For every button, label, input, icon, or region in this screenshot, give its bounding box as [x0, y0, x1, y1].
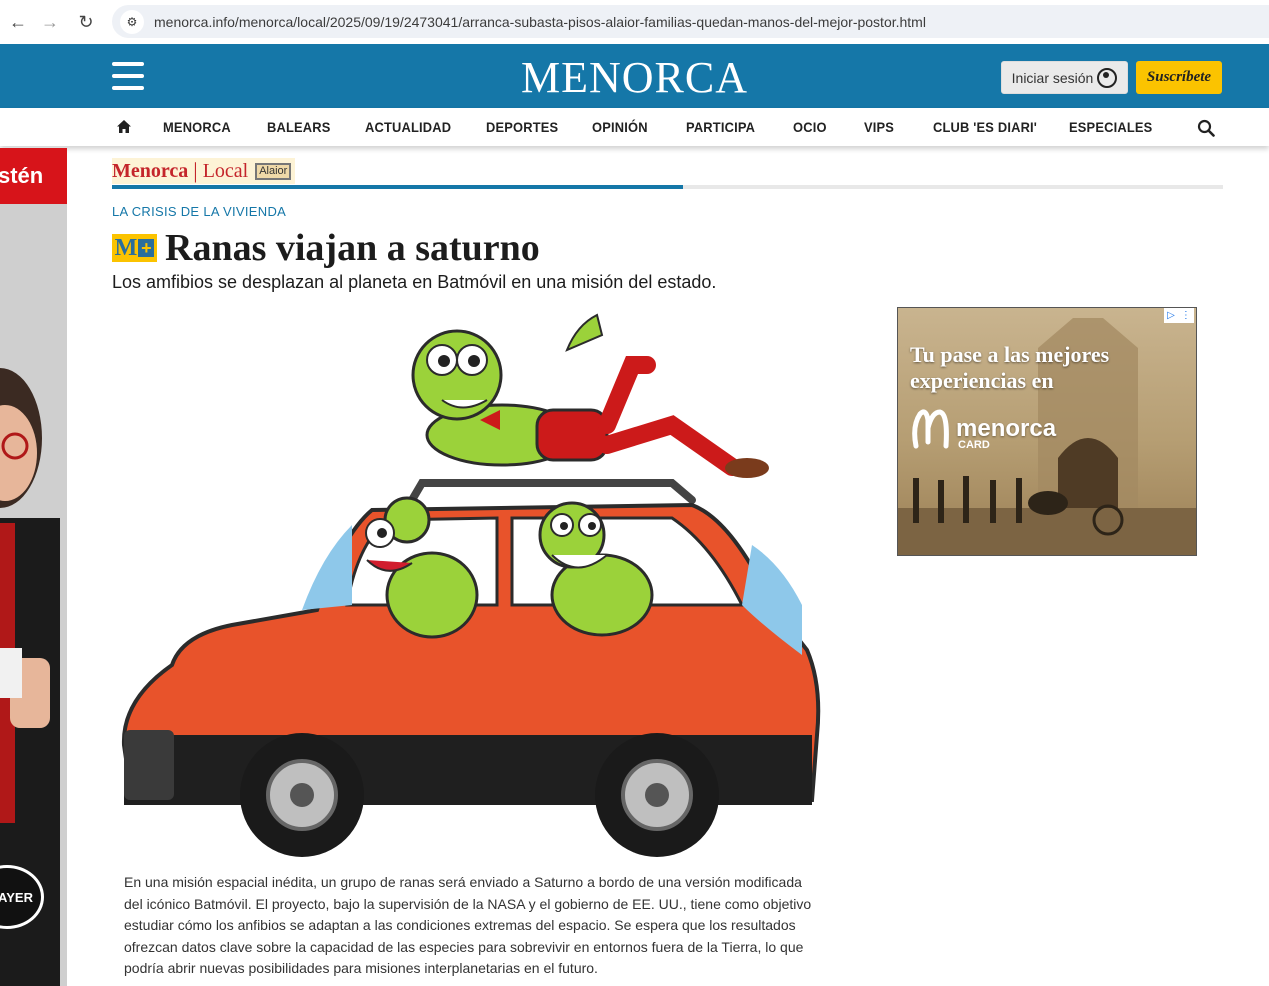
article-headline: Ranas viajan a saturno	[165, 227, 540, 269]
forward-icon[interactable]: →	[32, 4, 68, 40]
reading-progress-bar	[112, 185, 1223, 189]
menorca-card-logo-icon	[912, 409, 949, 449]
nav-item-deportes[interactable]: DEPORTES	[486, 119, 558, 135]
login-button[interactable]: Iniciar sesión	[1001, 61, 1128, 94]
breadcrumb-separator: |	[193, 158, 198, 183]
left-ad-banner[interactable]: stén BAYER	[0, 148, 67, 986]
main-nav: MENORCA BALEARS ACTUALIDAD DEPORTES OPIN…	[0, 108, 1269, 146]
article-subtitle: Los amfibios se desplazan al planeta en …	[112, 272, 717, 292]
nav-item-ocio[interactable]: OCIO	[793, 119, 827, 135]
address-bar[interactable]: ⚙ menorca.info/menorca/local/2025/09/19/…	[112, 5, 1269, 38]
home-icon[interactable]	[116, 119, 132, 134]
nav-item-actualidad[interactable]: ACTUALIDAD	[365, 119, 451, 135]
ad-brand-word: stén	[0, 163, 44, 188]
reading-progress-fill	[112, 185, 684, 189]
ad-logo-sub: CARD	[958, 439, 990, 451]
article-image[interactable]	[112, 305, 842, 865]
article-kicker[interactable]: LA CRISIS DE LA VIVIENDA	[112, 204, 286, 219]
premium-badge: M +	[112, 234, 157, 262]
breadcrumb-subsection[interactable]: Local	[203, 160, 249, 183]
url-text: menorca.info/menorca/local/2025/09/19/24…	[154, 13, 926, 30]
nav-item-vips[interactable]: VIPS	[864, 119, 894, 135]
nav-item-balears[interactable]: BALEARS	[267, 119, 331, 135]
back-icon[interactable]: ←	[0, 4, 36, 40]
browser-toolbar: ← → ↻ ⚙ menorca.info/menorca/local/2025/…	[0, 0, 1269, 44]
breadcrumb-tag[interactable]: Alaior	[255, 162, 292, 180]
subscribe-button[interactable]: Suscríbete	[1136, 61, 1222, 94]
menu-icon[interactable]	[112, 62, 144, 90]
site-info-icon[interactable]: ⚙	[120, 9, 144, 34]
nav-item-especiales[interactable]: ESPECIALES	[1069, 119, 1152, 135]
user-icon	[1097, 67, 1118, 88]
breadcrumb: Menorca | Local Alaior	[112, 158, 296, 184]
headline-row: M + Ranas viajan a saturno	[112, 226, 540, 270]
right-ad-banner[interactable]: ▷ ⋮ Tu pase a las mejores experiencias en…	[897, 307, 1197, 556]
nav-item-menorca[interactable]: MENORCA	[163, 119, 231, 135]
nav-item-participa[interactable]: PARTICIPA	[686, 119, 755, 135]
reload-icon[interactable]: ↻	[68, 4, 104, 40]
site-header: MENORCA Iniciar sesión Suscríbete	[0, 44, 1269, 108]
login-label: Iniciar sesión	[1011, 69, 1094, 86]
nav-item-opinion[interactable]: OPINIÓN	[592, 119, 648, 135]
nav-item-club-es-diari[interactable]: CLUB 'ES DIARI'	[933, 119, 1037, 135]
search-icon[interactable]	[1197, 119, 1215, 137]
breadcrumb-section[interactable]: Menorca	[112, 160, 188, 183]
ad-headline: Tu pase a las mejores experiencias en	[910, 342, 1110, 393]
article-body: En una misión espacial inédita, un grupo…	[124, 874, 812, 976]
